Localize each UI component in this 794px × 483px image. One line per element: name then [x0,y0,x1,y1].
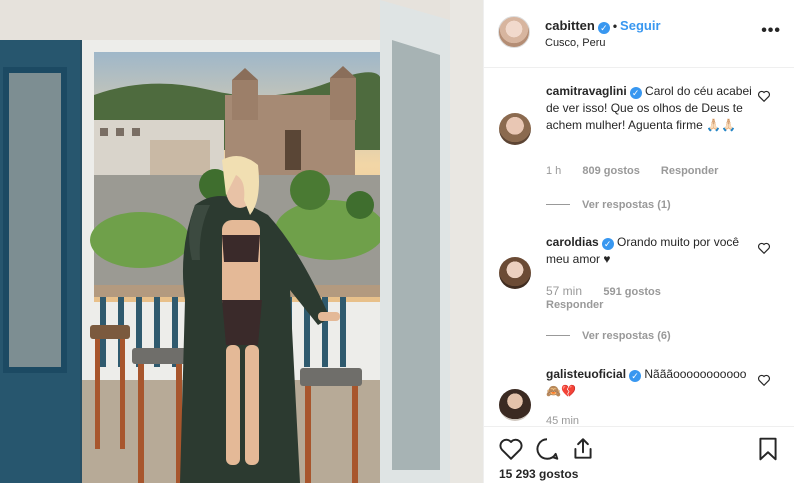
post-actions: 15 293 gostos [484,426,794,483]
photo-illustration [0,0,483,483]
replies-divider [546,204,570,205]
comment-time: 1 h [546,165,562,177]
comment-text-block: caroldias ✓ Orando muito por você meu amo… [546,234,754,268]
comment-likes[interactable]: 809 gostos [582,165,639,177]
view-replies-label: Ver respostas (6) [582,330,671,342]
post-location[interactable]: Cusco, Peru [545,37,606,49]
likes-count[interactable]: 15 293 gostos [499,467,578,481]
comment-likes[interactable]: 591 gostos [603,286,660,298]
view-replies-button[interactable]: Ver respostas (6) [546,330,671,342]
commenter-avatar[interactable] [499,113,531,145]
verified-icon: ✓ [601,238,614,250]
reply-button[interactable]: Responder [661,165,718,177]
share-icon[interactable] [570,436,596,462]
author-username[interactable]: cabitten [545,18,595,33]
commenter-username[interactable]: caroldias [546,235,599,249]
comment-meta: 1 h 809 gostos Responder [546,165,736,177]
author-line: cabitten ✓ • Seguir [545,18,661,34]
comment-text-block: camitravaglini ✓ Carol do céu acabei de v… [546,83,754,134]
replies-divider [546,335,570,336]
commenter-username[interactable]: galisteuoficial [546,367,626,381]
verified-icon: ✓ [629,370,642,382]
comment-time: 57 min [546,284,583,298]
view-replies-button[interactable]: Ver respostas (1) [546,199,671,211]
verified-icon: ✓ [597,22,610,34]
verified-icon: ✓ [629,87,642,99]
commenter-avatar[interactable] [499,257,531,289]
ellipsis-icon[interactable]: ••• [761,22,781,40]
comments-list[interactable]: camitravaglini ✓ Carol do céu acabei de v… [484,69,794,425]
comment-meta: 45 min [546,415,597,425]
separator-dot: • [612,19,618,33]
heart-icon[interactable] [498,436,524,462]
commenter-avatar[interactable] [499,389,531,421]
bookmark-icon[interactable] [755,436,781,462]
comment-icon[interactable] [534,436,560,462]
comment-meta: 57 min 591 gostos [546,284,679,298]
post-photo[interactable] [0,0,483,483]
comment-meta-reply: Responder [546,299,621,311]
heart-icon[interactable] [757,241,771,255]
view-replies-label: Ver respostas (1) [582,199,671,211]
post-side-panel: cabitten ✓ • Seguir Cusco, Peru ••• camitra… [483,0,794,483]
heart-icon[interactable] [757,373,771,387]
follow-button[interactable]: Seguir [620,18,660,33]
commenter-username[interactable]: camitravaglini [546,84,627,98]
reply-button[interactable]: Responder [546,299,603,311]
author-avatar[interactable] [498,16,530,48]
post-header: cabitten ✓ • Seguir Cusco, Peru ••• [484,0,794,68]
heart-icon[interactable] [757,89,771,103]
comment-text-block: galisteuoficial ✓ Nãããooooooooooo 🙈💔 [546,366,754,400]
comment-time: 45 min [546,415,580,425]
